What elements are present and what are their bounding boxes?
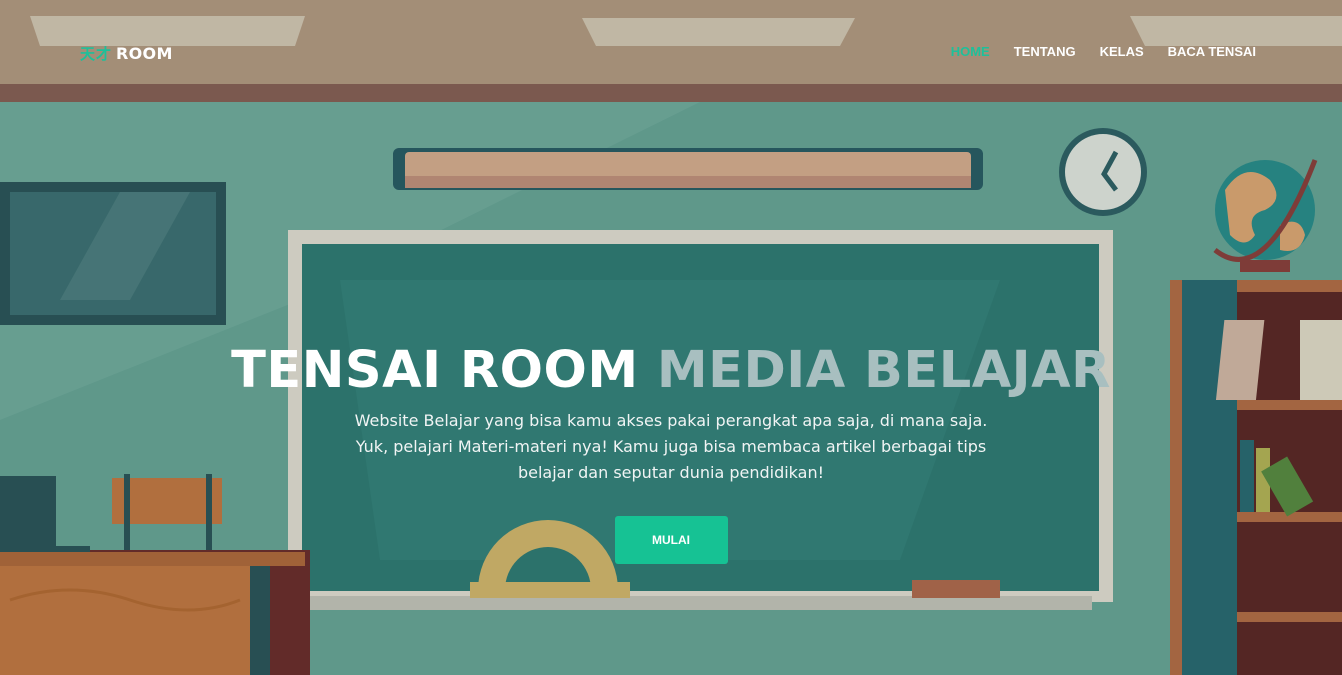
nav-item-kelas[interactable]: KELAS: [1100, 44, 1144, 59]
navbar: 天才 ROOM HOME TENTANG KELAS BACA TENSAI: [0, 0, 1342, 106]
brand-kanji: 天才: [80, 45, 113, 63]
hero-title: TENSAI ROOM MEDIA BELAJAR: [0, 340, 1342, 402]
main-nav: HOME TENTANG KELAS BACA TENSAI: [951, 44, 1256, 59]
hero-title-primary: TENSAI ROOM: [231, 341, 639, 400]
hero-section: TENSAI ROOM MEDIA BELAJAR Website Belaja…: [0, 340, 1342, 564]
nav-item-home[interactable]: HOME: [951, 44, 990, 59]
brand-name: ROOM: [116, 44, 173, 63]
hero-description: Website Belajar yang bisa kamu akses pak…: [354, 411, 988, 482]
nav-item-tentang[interactable]: TENTANG: [1014, 44, 1076, 59]
hero-title-secondary: MEDIA BELAJAR: [656, 341, 1111, 400]
nav-item-baca-tensai[interactable]: BACA TENSAI: [1168, 44, 1256, 59]
mulai-button[interactable]: MULAI: [614, 516, 728, 564]
brand-logo[interactable]: 天才 ROOM: [80, 43, 173, 64]
